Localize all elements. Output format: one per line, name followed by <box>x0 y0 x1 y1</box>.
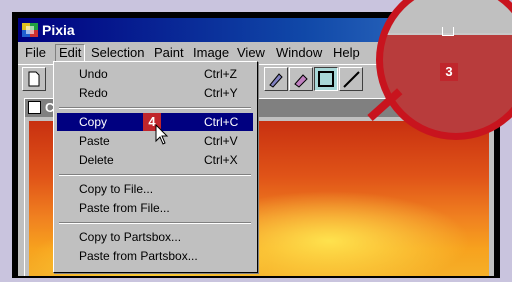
window-title: Pixia <box>42 22 75 38</box>
menu-separator <box>59 222 251 224</box>
menu-item-shortcut: Ctrl+V <box>204 134 238 148</box>
menu-help[interactable]: Help <box>330 45 363 61</box>
menu-item-copy-to-file[interactable]: Copy to File... <box>57 180 253 198</box>
mouse-pointer-icon <box>155 123 169 151</box>
rectangle-tool-icon <box>318 71 334 87</box>
menu-window[interactable]: Window <box>273 45 325 61</box>
menu-separator <box>59 174 251 176</box>
line-tool-icon <box>343 71 360 88</box>
brush-tool-button[interactable] <box>264 67 288 91</box>
menu-item-label: Paste from Partsbox... <box>79 249 198 263</box>
menu-item-shortcut: Ctrl+C <box>204 115 239 129</box>
menu-item-redo[interactable]: Redo Ctrl+Y <box>57 84 253 102</box>
eraser-icon <box>294 74 308 88</box>
menu-item-label: Copy <box>79 115 108 129</box>
menu-item-copy-to-partsbox[interactable]: Copy to Partsbox... <box>57 228 253 246</box>
menu-separator <box>59 107 251 109</box>
menu-item-label: Redo <box>79 86 108 100</box>
rectangle-tool-button[interactable] <box>314 67 338 91</box>
pixia-app-icon <box>22 22 38 38</box>
menu-image[interactable]: Image <box>190 45 232 61</box>
menu-selection[interactable]: Selection <box>88 45 147 61</box>
step-badge-3: 3 <box>440 63 458 81</box>
selection-handle <box>442 27 454 36</box>
menu-edit[interactable]: Edit <box>55 44 86 62</box>
menu-item-paste-from-file[interactable]: Paste from File... <box>57 199 253 217</box>
menu-item-shortcut: Ctrl+X <box>204 153 238 167</box>
menu-item-label: Undo <box>79 67 108 81</box>
menu-item-label: Copy to File... <box>79 182 154 196</box>
menu-item-shortcut: Ctrl+Z <box>204 67 237 81</box>
menu-item-label: Copy to Partsbox... <box>79 230 182 244</box>
menu-item-label: Paste <box>79 134 110 148</box>
menu-item-paste-from-partsbox[interactable]: Paste from Partsbox... <box>57 247 253 265</box>
menu-item-shortcut: Ctrl+Y <box>204 86 238 100</box>
menu-item-delete[interactable]: Delete Ctrl+X <box>57 151 253 169</box>
document-icon <box>28 101 41 114</box>
brush-icon <box>269 73 283 88</box>
menu-view[interactable]: View <box>234 45 268 61</box>
menu-paint[interactable]: Paint <box>151 45 187 61</box>
eraser-tool-button[interactable] <box>289 67 313 91</box>
menu-file[interactable]: File <box>22 45 49 61</box>
line-tool-button[interactable] <box>339 67 363 91</box>
menu-item-label: Paste from File... <box>79 201 170 215</box>
new-document-button[interactable] <box>22 67 46 91</box>
menu-item-undo[interactable]: Undo Ctrl+Z <box>57 65 253 83</box>
edit-menu-dropdown: Undo Ctrl+Z Redo Ctrl+Y Copy Ctrl+C Past… <box>53 61 258 273</box>
new-document-icon <box>28 71 40 87</box>
menu-item-label: Delete <box>79 153 114 167</box>
